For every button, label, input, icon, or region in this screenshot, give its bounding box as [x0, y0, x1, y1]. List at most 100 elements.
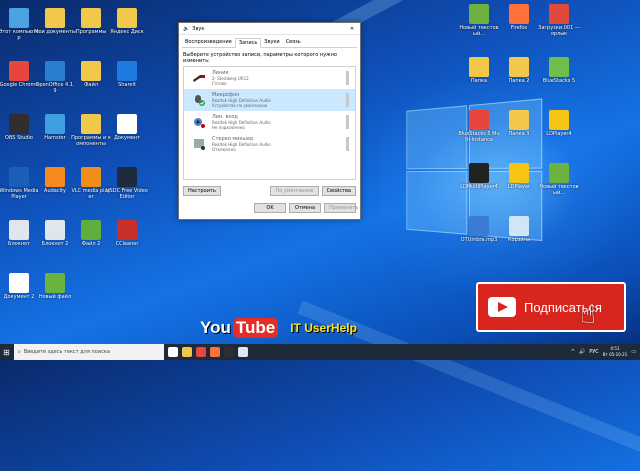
app-icon: [117, 61, 137, 81]
desktop-icon[interactable]: ShareIt: [106, 61, 148, 88]
app-icon: [469, 57, 489, 77]
speaker-icon: 🔈: [183, 26, 189, 32]
youtube-logo-tube: Tube: [233, 318, 278, 338]
device-desc: Realtek High Definition Audio: [212, 98, 271, 103]
tab-communications[interactable]: Связь: [283, 38, 304, 47]
firefox-icon[interactable]: [210, 347, 220, 357]
app-icon: [509, 57, 529, 77]
level-meter: [346, 137, 349, 151]
taskbar: ⊞ ⌕ Введите здесь текст для поиска ^ 🔊 Р…: [0, 344, 640, 360]
dialog-title: Звук: [192, 26, 344, 32]
app-icon: [117, 8, 137, 28]
language-indicator[interactable]: РУС: [589, 349, 599, 355]
app-icon: [9, 220, 29, 240]
cancel-button[interactable]: Отмена: [289, 203, 321, 213]
device-list: Линия 2- Steinberg UR12 Готово Микрофон Rea…: [183, 66, 356, 180]
clock[interactable]: 0:51 Вт 05-10-21: [603, 346, 628, 358]
desktop-icon[interactable]: Новый текстовый...: [538, 163, 580, 196]
search-input[interactable]: ⌕ Введите здесь текст для поиска: [14, 344, 164, 360]
desktop-icon-label: BlueStacks 5 Multi-Instance: [458, 131, 500, 143]
dialog-tabs: Воспроизведение Запись Звуки Связь: [182, 38, 357, 48]
device-stereo-mix[interactable]: Стерео микшер Realtek High Definition Aud…: [184, 133, 355, 155]
level-meter: [346, 93, 349, 107]
desktop-icon[interactable]: Новый файл: [34, 273, 76, 300]
desktop-icon[interactable]: Загрузки.001 — ярлык: [538, 4, 580, 37]
desktop-icon[interactable]: LDPlayer4: [538, 110, 580, 137]
desktop-icon-label: Firefox: [498, 25, 540, 31]
desktop-icon-label: Папка 2: [498, 78, 540, 84]
desktop-icon-label: OTUmbra.mp3: [458, 237, 500, 243]
task-view-icon[interactable]: [168, 347, 178, 357]
search-placeholder: Введите здесь текст для поиска: [24, 349, 110, 355]
desktop-icon[interactable]: Корзина: [498, 216, 540, 243]
app-icon: [509, 163, 529, 183]
app-icon: [45, 167, 65, 187]
app-icon: [9, 61, 29, 81]
desktop-icon[interactable]: Firefox: [498, 4, 540, 31]
close-button[interactable]: ✕: [344, 26, 360, 32]
app-icon: [45, 114, 65, 134]
tab-sounds[interactable]: Звуки: [261, 38, 282, 47]
tab-recording[interactable]: Запись: [235, 38, 261, 48]
apply-button[interactable]: Применить: [324, 203, 356, 213]
app-icon: [509, 216, 529, 236]
microphone-icon: [192, 94, 206, 106]
app-icon: [81, 167, 101, 187]
configure-button[interactable]: Настроить: [183, 186, 221, 196]
desktop-icon[interactable]: Яндекс Диск: [106, 8, 148, 35]
clock-date: Вт 05-10-21: [603, 352, 628, 358]
obs-icon[interactable]: [224, 347, 234, 357]
app-icon: [509, 110, 529, 130]
volume-icon[interactable]: 🔊: [579, 349, 585, 355]
app-icon: [549, 57, 569, 77]
notifications-icon[interactable]: ▭: [631, 349, 636, 355]
device-microphone[interactable]: Микрофон Realtek High Definition Audio Уст…: [184, 89, 355, 111]
search-icon: ⌕: [18, 349, 21, 355]
app-icon: [9, 167, 29, 187]
app-icon: [117, 114, 137, 134]
subscribe-banner[interactable]: Подписаться: [476, 282, 626, 332]
youtube-play-icon: [488, 297, 516, 317]
ok-button[interactable]: OK: [254, 203, 286, 213]
youtube-banner: You Tube IT UserHelp: [200, 318, 357, 338]
channel-name: IT UserHelp: [290, 321, 357, 335]
file-explorer-icon[interactable]: [182, 347, 192, 357]
device-desc: Realtek High Definition Audio: [212, 120, 271, 125]
chrome-icon[interactable]: [196, 347, 206, 357]
desktop-icon-label: Загрузки.001 — ярлык: [538, 25, 580, 37]
app-icon: [45, 220, 65, 240]
desktop-icon[interactable]: Новый текстовый...: [458, 4, 500, 37]
app-icon: [117, 167, 137, 187]
desktop-icon[interactable]: Документ: [106, 114, 148, 141]
desktop-icon-label: BlueStacks 5: [538, 78, 580, 84]
desktop-icon-label: LDPlayer4: [538, 131, 580, 137]
device-line-in[interactable]: Линия 2- Steinberg UR12 Готово: [184, 67, 355, 89]
desktop-icon-label: Новый текстовый...: [458, 25, 500, 37]
app-icon: [45, 273, 65, 293]
desktop-icon[interactable]: Папка 3: [498, 110, 540, 137]
device-status: Готово: [212, 81, 249, 86]
tray-chevron-icon[interactable]: ^: [571, 349, 575, 355]
dialog-titlebar: 🔈 Звук ✕: [179, 23, 360, 35]
sound-settings-icon[interactable]: [238, 347, 248, 357]
desktop-icon[interactable]: CCleaner: [106, 220, 148, 247]
desktop-icon[interactable]: VSDC Free Video Editor: [106, 167, 148, 200]
desktop-icon[interactable]: Папка: [458, 57, 500, 84]
instruction-text: Выберите устройство записи, параметры ко…: [183, 52, 356, 64]
tab-playback[interactable]: Воспроизведение: [182, 38, 235, 47]
device-line-input[interactable]: Лин. вход Realtek High Definition Audio Не…: [184, 111, 355, 133]
desktop-icon[interactable]: Папка 2: [498, 57, 540, 84]
desktop-icon-label: VSDC Free Video Editor: [106, 188, 148, 200]
desktop-icon[interactable]: LDPlayer: [498, 163, 540, 190]
desktop-icon[interactable]: LDMultiPlayer4: [458, 163, 500, 190]
app-icon: [469, 163, 489, 183]
desktop-icon[interactable]: BlueStacks 5 Multi-Instance: [458, 110, 500, 143]
desktop-icon[interactable]: OTUmbra.mp3: [458, 216, 500, 243]
youtube-logo-you: You: [200, 318, 231, 338]
desktop-icon[interactable]: BlueStacks 5: [538, 57, 580, 84]
start-icon[interactable]: ⊞: [3, 348, 10, 357]
desktop-icon-label: Папка: [458, 78, 500, 84]
app-icon: [509, 4, 529, 24]
properties-button[interactable]: Свойства: [322, 186, 356, 196]
set-default-button[interactable]: По умолчанию: [270, 186, 318, 196]
